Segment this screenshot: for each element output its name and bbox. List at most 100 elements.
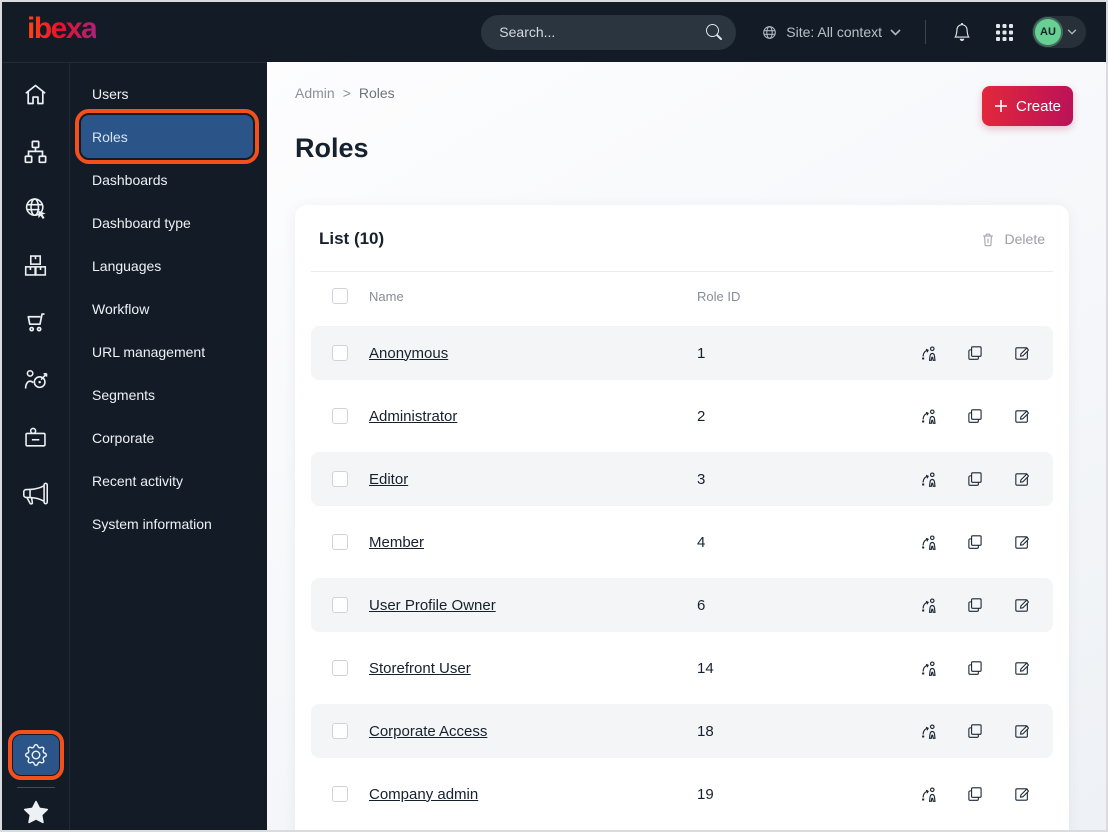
notifications-bell-icon[interactable] bbox=[948, 18, 976, 46]
menu-item-label: Workflow bbox=[92, 300, 150, 317]
ibexa-logo: ibexa bbox=[27, 14, 98, 50]
role-id-value: 1 bbox=[697, 344, 706, 362]
admin-settings-gear-icon[interactable] bbox=[7, 730, 64, 780]
edit-role-icon[interactable] bbox=[1011, 783, 1033, 805]
sidebar-menu-item[interactable]: Languages bbox=[70, 244, 267, 287]
role-name-link[interactable]: Corporate Access bbox=[369, 723, 697, 740]
sidebar-menu-item[interactable]: URL management bbox=[70, 330, 267, 373]
global-search[interactable] bbox=[481, 14, 737, 50]
assign-to-users-icon[interactable] bbox=[917, 468, 939, 490]
row-checkbox[interactable] bbox=[332, 408, 348, 424]
plus-icon bbox=[994, 100, 1007, 112]
table-row: Editor 3 bbox=[311, 452, 1053, 506]
personalization-icon[interactable] bbox=[22, 365, 50, 393]
sidebar-menu-item[interactable]: Users bbox=[70, 72, 267, 115]
row-checkbox[interactable] bbox=[332, 660, 348, 676]
copy-role-icon[interactable] bbox=[964, 405, 986, 427]
sidebar-menu-item[interactable]: Dashboards bbox=[70, 158, 267, 201]
menu-item-label: Dashboards bbox=[92, 171, 168, 188]
commerce-cart-icon[interactable] bbox=[22, 308, 50, 336]
assign-to-users-icon[interactable] bbox=[917, 405, 939, 427]
copy-role-icon[interactable] bbox=[964, 468, 986, 490]
sidebar-menu-item[interactable]: Corporate bbox=[70, 416, 267, 459]
search-input[interactable] bbox=[499, 24, 707, 40]
row-checkbox[interactable] bbox=[332, 786, 348, 802]
column-header-name: Name bbox=[369, 288, 404, 304]
sidebar-menu-item[interactable]: Roles bbox=[75, 109, 259, 164]
content-tree-icon[interactable] bbox=[22, 137, 50, 165]
menu-item-label: Recent activity bbox=[92, 472, 184, 489]
assign-to-users-icon[interactable] bbox=[917, 657, 939, 679]
breadcrumb-current: Roles bbox=[358, 85, 395, 101]
assign-to-users-icon[interactable] bbox=[917, 531, 939, 553]
copy-role-icon[interactable] bbox=[964, 531, 986, 553]
marketing-megaphone-icon[interactable] bbox=[22, 479, 50, 507]
app-grid-icon[interactable] bbox=[990, 18, 1018, 46]
table-row: Company admin 19 bbox=[311, 767, 1053, 821]
icon-rail bbox=[2, 62, 69, 830]
role-id-value: 14 bbox=[697, 659, 714, 677]
role-name-link[interactable]: User Profile Owner bbox=[369, 597, 697, 614]
edit-role-icon[interactable] bbox=[1011, 720, 1033, 742]
edit-role-icon[interactable] bbox=[1011, 531, 1033, 553]
create-button[interactable]: Create bbox=[982, 86, 1073, 126]
copy-role-icon[interactable] bbox=[964, 783, 986, 805]
copy-role-icon[interactable] bbox=[964, 720, 986, 742]
corporate-badge-icon[interactable] bbox=[22, 422, 50, 450]
table-body: Anonymous 1 Administrator 2 Editor 3 Mem… bbox=[311, 326, 1053, 821]
sidebar-menu-item[interactable]: Workflow bbox=[70, 287, 267, 330]
copy-role-icon[interactable] bbox=[964, 342, 986, 364]
role-id-value: 19 bbox=[697, 785, 714, 803]
role-name-link[interactable]: Company admin bbox=[369, 786, 697, 803]
select-all-checkbox[interactable] bbox=[332, 288, 348, 304]
user-menu[interactable]: AU bbox=[1032, 16, 1086, 48]
edit-role-icon[interactable] bbox=[1011, 342, 1033, 364]
row-checkbox[interactable] bbox=[332, 534, 348, 550]
copy-role-icon[interactable] bbox=[964, 594, 986, 616]
chevron-down-icon bbox=[890, 28, 901, 36]
menu-item-label: Roles bbox=[92, 128, 128, 145]
assign-to-users-icon[interactable] bbox=[917, 720, 939, 742]
page-title: Roles bbox=[295, 133, 369, 163]
edit-role-icon[interactable] bbox=[1011, 657, 1033, 679]
topbar-divider bbox=[925, 20, 926, 44]
table-row: User Profile Owner 6 bbox=[311, 578, 1053, 632]
column-header-role-id: Role ID bbox=[697, 288, 741, 304]
role-name-link[interactable]: Administrator bbox=[369, 408, 697, 425]
menu-item-label: Dashboard type bbox=[92, 214, 191, 231]
search-icon[interactable] bbox=[706, 24, 723, 40]
globe-icon bbox=[761, 24, 778, 41]
sidebar-menu-item[interactable]: Recent activity bbox=[70, 459, 267, 502]
product-catalog-icon[interactable] bbox=[22, 251, 50, 279]
sidebar-menu-item[interactable]: Dashboard type bbox=[70, 201, 267, 244]
breadcrumb-parent[interactable]: Admin bbox=[295, 85, 335, 101]
copy-role-icon[interactable] bbox=[964, 657, 986, 679]
delete-button[interactable]: Delete bbox=[980, 231, 1045, 247]
role-name-link[interactable]: Member bbox=[369, 534, 697, 551]
menu-item-label: Languages bbox=[92, 257, 162, 274]
site-icon[interactable] bbox=[22, 194, 50, 222]
role-name-link[interactable]: Anonymous bbox=[369, 345, 697, 362]
sidebar-menu-item[interactable]: System information bbox=[70, 502, 267, 545]
assign-to-users-icon[interactable] bbox=[917, 783, 939, 805]
row-checkbox[interactable] bbox=[332, 471, 348, 487]
role-name-link[interactable]: Storefront User bbox=[369, 660, 697, 677]
list-title: List (10) bbox=[319, 229, 385, 248]
edit-role-icon[interactable] bbox=[1011, 594, 1033, 616]
home-icon[interactable] bbox=[22, 80, 50, 108]
delete-button-label: Delete bbox=[1004, 231, 1045, 247]
app-window: ibexa Site: All context bbox=[0, 0, 1108, 832]
bookmarks-star-icon[interactable] bbox=[22, 798, 50, 826]
site-context-selector[interactable]: Site: All context bbox=[761, 24, 901, 41]
edit-role-icon[interactable] bbox=[1011, 405, 1033, 427]
row-checkbox[interactable] bbox=[332, 723, 348, 739]
sidebar-menu-item[interactable]: Segments bbox=[70, 373, 267, 416]
edit-role-icon[interactable] bbox=[1011, 468, 1033, 490]
assign-to-users-icon[interactable] bbox=[917, 594, 939, 616]
assign-to-users-icon[interactable] bbox=[917, 342, 939, 364]
role-name-link[interactable]: Editor bbox=[369, 471, 697, 488]
row-checkbox[interactable] bbox=[332, 345, 348, 361]
role-id-value: 3 bbox=[697, 470, 706, 488]
row-checkbox[interactable] bbox=[332, 597, 348, 613]
menu-item-label: URL management bbox=[92, 343, 206, 360]
